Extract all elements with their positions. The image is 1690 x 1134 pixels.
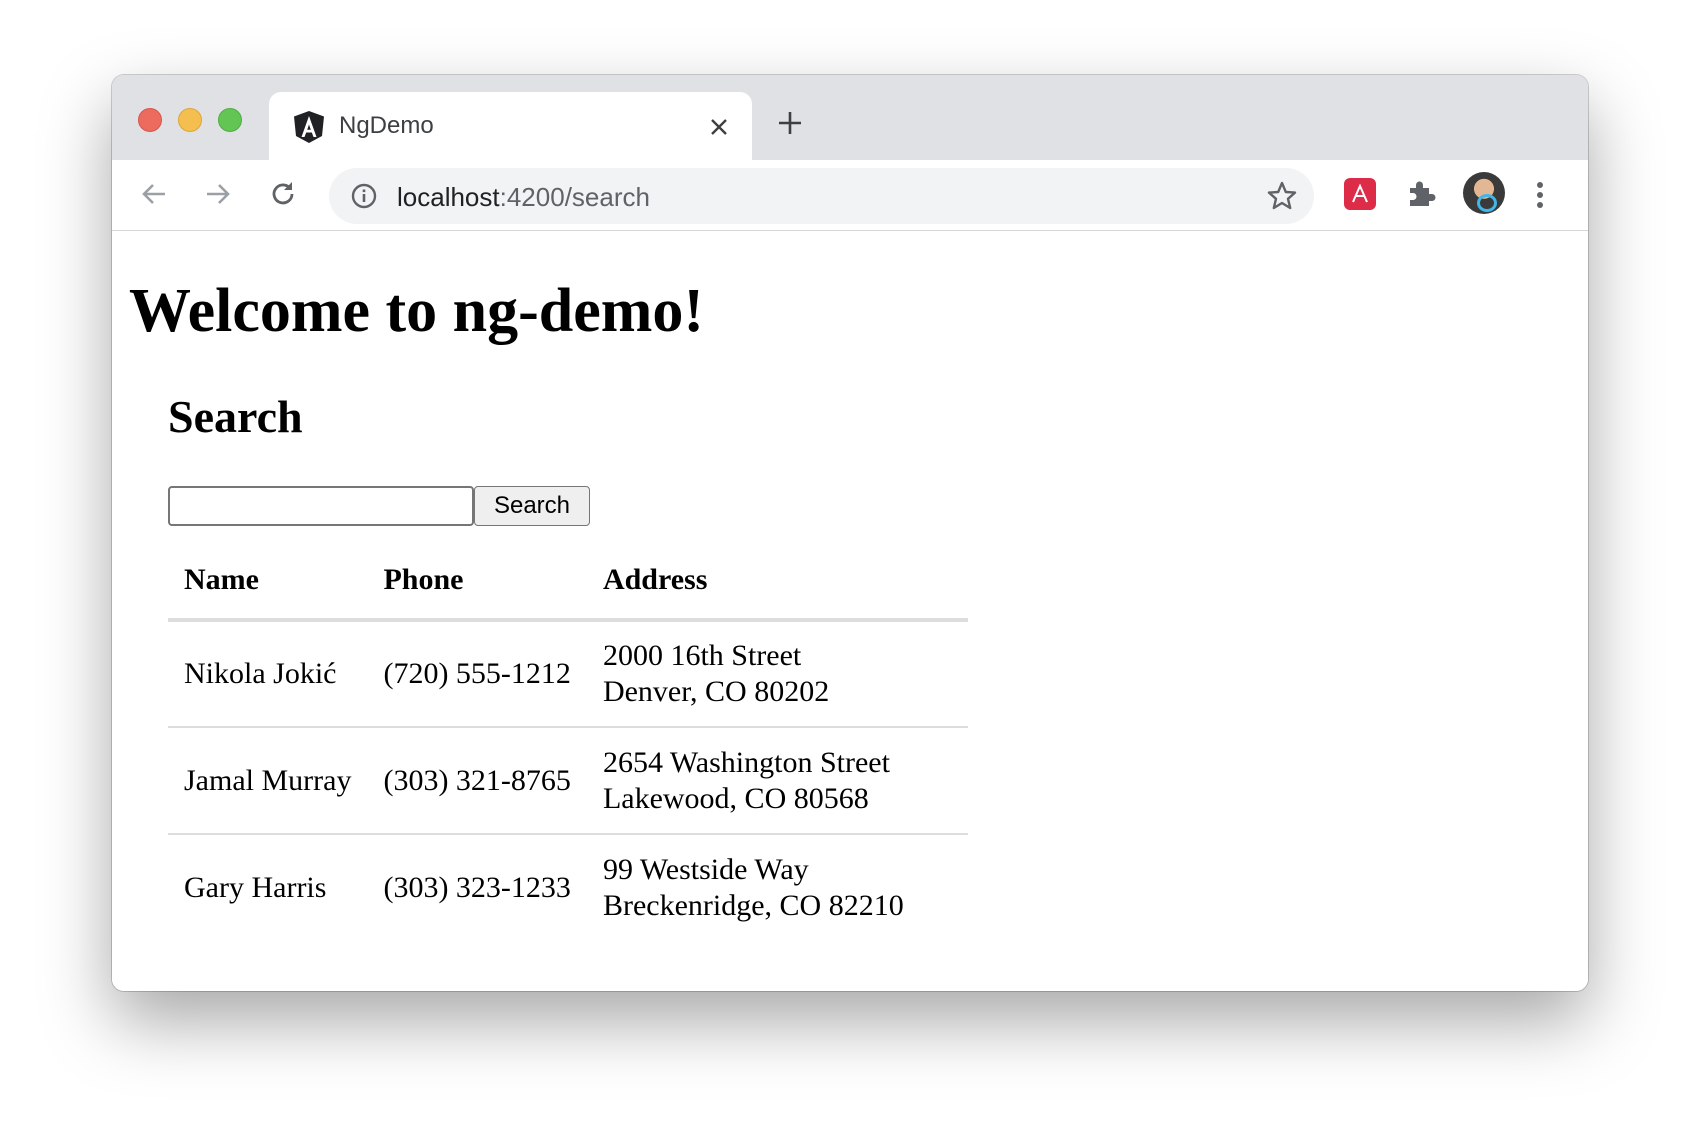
browser-window: NgDemo localhost:4200/search Welcome to … <box>112 75 1588 991</box>
cell-name: Gary Harris <box>184 871 327 904</box>
star-icon[interactable] <box>1266 180 1298 212</box>
angular-icon <box>293 110 325 144</box>
arrow-right-icon[interactable] <box>196 172 240 216</box>
address-street: 99 Westside Way <box>602 853 809 886</box>
arrow-left-icon[interactable] <box>132 172 176 216</box>
zoom-window-button[interactable] <box>218 108 242 132</box>
close-icon[interactable] <box>704 112 734 142</box>
cell-address: 99 Westside Way Breckenridge, CO 82210 <box>587 834 968 941</box>
column-header-name: Name <box>168 544 368 622</box>
search-heading: Search <box>168 391 303 442</box>
plus-icon[interactable] <box>772 105 808 141</box>
browser-toolbar: localhost:4200/search <box>112 160 1588 231</box>
avatar[interactable] <box>1463 172 1505 214</box>
address-street: 2654 Washington Street <box>602 745 890 779</box>
reload-icon[interactable] <box>261 172 305 216</box>
table-header-row: Name Phone Address <box>168 544 968 622</box>
column-header-phone: Phone <box>367 544 587 622</box>
cell-phone: (303) 323-1233 <box>383 871 571 904</box>
minimize-window-button[interactable] <box>178 108 202 132</box>
close-window-button[interactable] <box>138 108 162 132</box>
address-street: 2000 16th Street <box>602 639 802 672</box>
page-content: Welcome to ng-demo! Search Search Name P… <box>112 232 1588 991</box>
a-extension-icon[interactable] <box>1344 178 1376 210</box>
tab-title: NgDemo <box>339 112 434 139</box>
column-header-address: Address <box>586 544 968 622</box>
address-city: Lakewood, CO 80568 <box>602 781 869 815</box>
table-row: Nikola Jokić (720) 555-1212 2000 16th St… <box>168 620 968 728</box>
address-city: Denver, CO 80202 <box>602 675 830 708</box>
cell-address: 2000 16th Street Denver, CO 80202 <box>586 620 968 728</box>
info-icon[interactable] <box>349 181 379 211</box>
cell-name: Nikola Jokić <box>168 620 368 728</box>
table-row: Jamal Murray (303) 321-8765 2654 Washing… <box>168 727 968 835</box>
more-vert-icon[interactable] <box>1534 178 1546 212</box>
search-button[interactable]: Search <box>474 486 590 526</box>
cell-phone: (720) 555-1212 <box>367 620 587 728</box>
address-bar[interactable]: localhost:4200/search <box>329 168 1314 224</box>
cell-address: 2654 Washington Street Lakewood, CO 8056… <box>586 727 968 835</box>
tab-strip: NgDemo <box>112 75 1588 162</box>
table-row: Gary Harris (303) 323-1233 99 Westside W… <box>168 834 968 941</box>
results-table: Name Phone Address Nikola Jokić (720) 55… <box>168 544 968 941</box>
puzzle-icon[interactable] <box>1405 176 1439 210</box>
url-path: :4200/search <box>499 182 650 212</box>
search-input[interactable] <box>168 486 474 526</box>
url-host: localhost <box>397 182 500 212</box>
cell-phone: (303) 321-8765 <box>367 727 587 835</box>
cell-name: Jamal Murray <box>168 727 368 835</box>
address-city: Breckenridge, CO 82210 <box>602 889 904 922</box>
page-title: Welcome to ng-demo! <box>129 277 705 345</box>
url-text[interactable]: localhost:4200/search <box>397 182 650 213</box>
tab-ngdemo[interactable]: NgDemo <box>269 92 752 162</box>
